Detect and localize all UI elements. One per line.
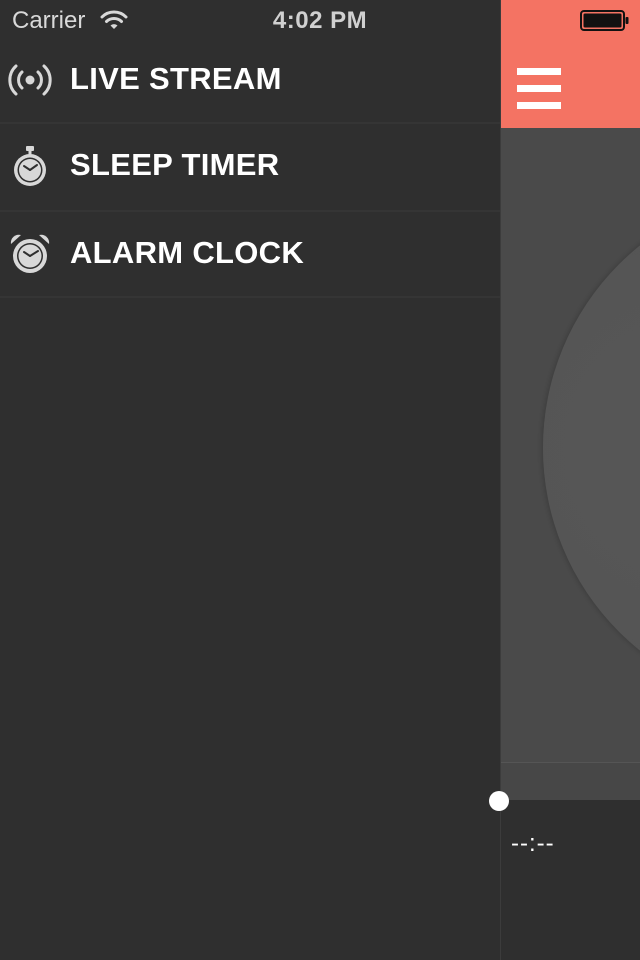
app-screen: LIVE STREAM SLEEP TIMER ALARM CLOCK --:-… [0, 0, 640, 960]
artwork-area [501, 128, 640, 762]
main-panel[interactable]: --:-- [500, 0, 640, 960]
menu-item-live-stream[interactable]: LIVE STREAM [0, 40, 500, 124]
menu-item-label: ALARM CLOCK [70, 235, 305, 270]
status-bar: Carrier 4:02 PM [0, 0, 640, 40]
status-time: 4:02 PM [272, 7, 368, 34]
menu-item-label: SLEEP TIMER [70, 147, 280, 182]
progress-track[interactable] [501, 762, 640, 801]
menu-item-sleep-timer[interactable]: SLEEP TIMER [0, 124, 500, 212]
player-bar: --:-- [501, 800, 640, 960]
menu-item-alarm-clock[interactable]: ALARM CLOCK [0, 212, 500, 298]
side-menu: LIVE STREAM SLEEP TIMER ALARM CLOCK [0, 0, 500, 960]
hamburger-menu-icon[interactable] [517, 68, 563, 112]
album-artwork [543, 188, 640, 708]
broadcast-icon [8, 64, 52, 96]
elapsed-time: --:-- [511, 830, 555, 857]
battery-icon [580, 10, 629, 31]
stopwatch-icon [14, 146, 46, 186]
progress-slider-knob[interactable] [489, 791, 509, 811]
menu-item-label: LIVE STREAM [70, 61, 282, 96]
alarm-clock-icon [10, 234, 50, 273]
